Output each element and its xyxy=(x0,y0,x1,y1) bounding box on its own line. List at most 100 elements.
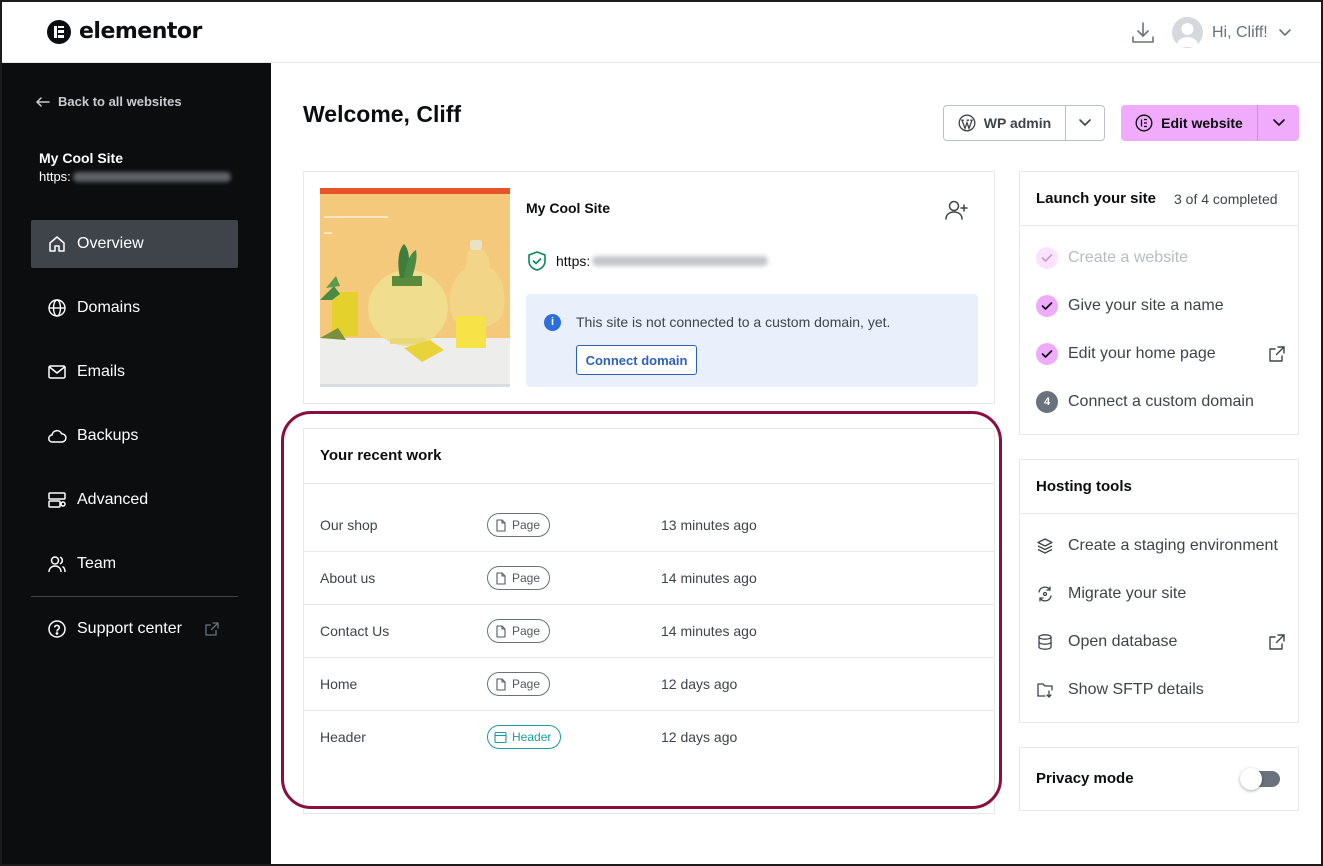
shield-check-icon xyxy=(528,251,546,271)
database-icon xyxy=(1038,634,1052,650)
chevron-down-icon xyxy=(1079,119,1091,126)
table-row[interactable]: Header Header 12 days ago xyxy=(304,711,994,764)
privacy-toggle[interactable] xyxy=(1240,768,1280,790)
table-row[interactable]: Our shop Page 13 minutes ago xyxy=(304,499,994,552)
sidebar: Back to all websites My Cool Site https:… xyxy=(2,63,271,864)
tool-label: Migrate your site xyxy=(1068,585,1187,602)
blurred-url xyxy=(592,256,769,266)
step-label: Create a website xyxy=(1068,249,1189,266)
blurred-url xyxy=(72,171,231,182)
step-label: Give your site a name xyxy=(1068,297,1224,314)
checklist-step: Create a website xyxy=(1036,246,1286,270)
add-user-icon[interactable] xyxy=(944,198,970,222)
recent-item-time: 13 minutes ago xyxy=(661,517,757,533)
sidebar-item-label: Advanced xyxy=(77,491,149,508)
tool-database[interactable]: Open database xyxy=(1036,630,1286,654)
elementor-logo[interactable]: elementor xyxy=(47,19,202,44)
wordpress-icon xyxy=(958,114,976,132)
header-template-icon xyxy=(494,731,507,743)
elementor-logo-icon xyxy=(47,19,71,44)
sidebar-item-support[interactable]: Support center xyxy=(31,605,238,653)
recent-work-card: Your recent work Our shop Page 13 minute… xyxy=(303,428,995,814)
globe-icon xyxy=(48,299,66,317)
type-badge: Page xyxy=(487,566,551,590)
checklist-step[interactable]: Edit your home page xyxy=(1036,342,1286,366)
chevron-down-icon xyxy=(1272,119,1285,126)
recent-item-time: 14 minutes ago xyxy=(661,570,757,586)
download-icon[interactable] xyxy=(1130,20,1156,46)
checklist-step[interactable]: 4 Connect a custom domain xyxy=(1036,390,1286,414)
wp-admin-label: WP admin xyxy=(983,115,1052,131)
user-greeting[interactable]: Hi, Cliff! xyxy=(1212,24,1268,42)
type-badge: Page xyxy=(487,672,551,696)
elementor-icon xyxy=(1135,114,1153,132)
settings-icon xyxy=(48,492,66,508)
avatar[interactable] xyxy=(1172,17,1203,48)
type-badge: Page xyxy=(487,513,551,537)
site-thumbnail[interactable] xyxy=(320,188,510,387)
sidebar-item-label: Support center xyxy=(77,620,182,637)
sidebar-item-label: Emails xyxy=(77,363,126,380)
back-to-websites-link[interactable]: Back to all websites xyxy=(36,94,182,109)
sidebar-item-domains[interactable]: Domains xyxy=(31,284,238,332)
site-card: My Cool Site https: i This site is not c… xyxy=(303,171,995,404)
type-badge: Page xyxy=(487,619,551,643)
sidebar-item-advanced[interactable]: Advanced xyxy=(31,476,238,524)
sidebar-item-team[interactable]: Team xyxy=(31,540,238,588)
type-badge-label: Page xyxy=(512,677,541,691)
recent-item-name: Our shop xyxy=(320,517,378,533)
sidebar-item-label: Team xyxy=(77,555,117,572)
sidebar-site-url: https: xyxy=(39,169,231,184)
privacy-mode-card: Privacy mode xyxy=(1019,747,1299,811)
external-link-icon[interactable] xyxy=(1268,345,1286,363)
wp-admin-button[interactable]: WP admin xyxy=(944,106,1066,140)
tool-staging[interactable]: Create a staging environment xyxy=(1036,534,1286,558)
recent-item-name: Contact Us xyxy=(320,623,390,639)
help-icon xyxy=(48,620,66,638)
launch-title: Launch your site xyxy=(1036,190,1157,207)
check-icon xyxy=(1036,295,1058,317)
edit-website-dropdown[interactable] xyxy=(1258,105,1299,141)
folder-icon xyxy=(1037,683,1053,698)
check-icon xyxy=(1036,247,1058,269)
home-icon xyxy=(49,236,65,252)
external-link-icon[interactable] xyxy=(1268,633,1286,651)
tool-label: Open database xyxy=(1068,633,1178,650)
cloud-icon xyxy=(48,429,67,443)
wp-admin-dropdown[interactable] xyxy=(1066,106,1104,140)
table-row[interactable]: Contact Us Page 14 minutes ago xyxy=(304,605,994,658)
checklist-step[interactable]: Give your site a name xyxy=(1036,294,1286,318)
site-card-url-prefix: https: xyxy=(556,253,591,269)
wp-admin-button-group: WP admin xyxy=(943,105,1105,141)
table-row[interactable]: About us Page 14 minutes ago xyxy=(304,552,994,605)
page-icon xyxy=(496,571,506,585)
table-row[interactable]: Home Page 12 days ago xyxy=(304,658,994,711)
sidebar-item-backups[interactable]: Backups xyxy=(31,412,238,460)
chevron-down-icon[interactable] xyxy=(1277,26,1293,40)
connect-domain-button[interactable]: Connect domain xyxy=(576,345,697,375)
notice-text: This site is not connected to a custom d… xyxy=(576,314,891,330)
external-link-icon xyxy=(205,622,219,636)
tool-sftp[interactable]: Show SFTP details xyxy=(1036,678,1286,702)
launch-header: Launch your site 3 of 4 completed xyxy=(1020,172,1298,226)
top-bar: elementor Hi, Cliff! xyxy=(2,2,1321,63)
recent-item-time: 12 days ago xyxy=(661,729,738,745)
tool-migrate[interactable]: Migrate your site xyxy=(1036,582,1286,606)
page-title: Welcome, Cliff xyxy=(303,101,462,127)
sidebar-item-overview[interactable]: Overview xyxy=(31,220,238,268)
recent-item-time: 12 days ago xyxy=(661,676,738,692)
hosting-header: Hosting tools xyxy=(1020,460,1298,514)
launch-progress: 3 of 4 completed xyxy=(1174,191,1278,207)
divider xyxy=(304,483,994,484)
tool-label: Show SFTP details xyxy=(1068,681,1204,698)
sidebar-item-emails[interactable]: Emails xyxy=(31,348,238,396)
users-icon xyxy=(48,556,66,573)
site-card-url[interactable]: https: xyxy=(526,250,769,272)
sidebar-site-url-prefix: https: xyxy=(39,169,71,184)
sidebar-divider xyxy=(31,596,238,597)
sidebar-item-label: Backups xyxy=(77,427,139,444)
recent-item-name: Header xyxy=(320,729,366,745)
recent-item-time: 14 minutes ago xyxy=(661,623,757,639)
edit-website-button[interactable]: Edit website xyxy=(1121,105,1258,141)
toggle-knob xyxy=(1240,768,1262,790)
